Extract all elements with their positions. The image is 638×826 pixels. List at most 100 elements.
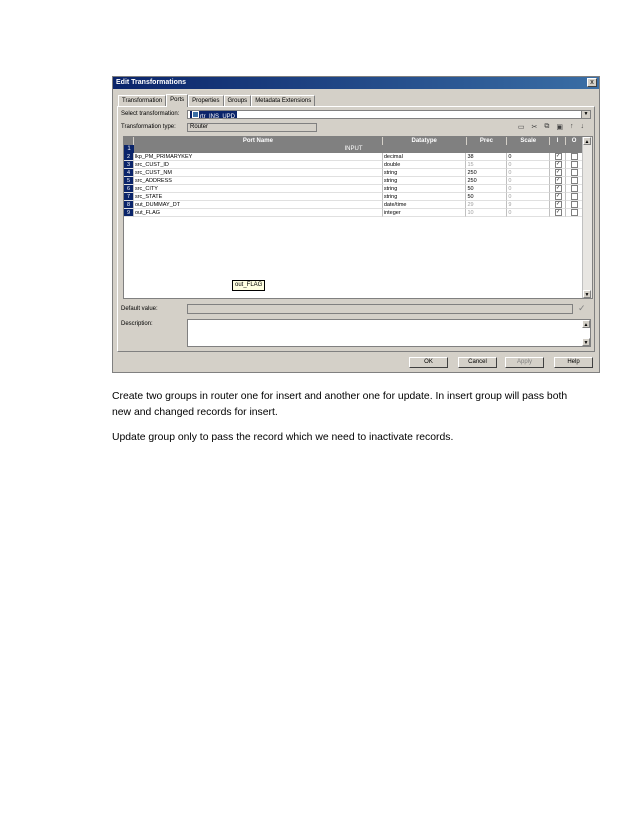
row-number[interactable]: 2 [124, 153, 134, 161]
datatype-cell[interactable]: string [382, 185, 467, 193]
checked-checkbox-icon[interactable]: ✓ [554, 169, 562, 176]
output-checkbox [566, 169, 583, 177]
unchecked-checkbox-icon[interactable] [571, 177, 579, 184]
checked-checkbox-icon[interactable]: ✓ [554, 177, 562, 184]
col-input[interactable]: I [550, 137, 567, 145]
prec-cell[interactable]: 50 [466, 185, 508, 193]
port-row[interactable]: 8 out_DUMMAY_DT date/time 29 9 ✓ [124, 201, 583, 209]
input-checkbox: ✓ [550, 153, 567, 161]
unchecked-checkbox-icon[interactable] [571, 209, 579, 216]
unchecked-checkbox-icon[interactable] [571, 161, 579, 168]
checked-checkbox-icon[interactable]: ✓ [554, 201, 562, 208]
scale-cell[interactable]: 0 [507, 169, 551, 177]
col-datatype[interactable]: Datatype [383, 137, 467, 145]
scale-cell[interactable]: 0 [507, 161, 551, 169]
port-row[interactable]: 3 src_CUST_ID double 15 0 ✓ [124, 161, 583, 169]
move-down-icon[interactable]: ↓ [581, 123, 585, 131]
validate-check-icon[interactable]: ✓ [578, 303, 586, 314]
prec-cell[interactable]: 38 [466, 153, 508, 161]
move-up-icon[interactable]: ↑ [570, 123, 574, 131]
chevron-down-icon[interactable]: ▼ [581, 111, 590, 118]
datatype-cell[interactable]: date/time [382, 201, 467, 209]
input-checkbox: ✓ [550, 193, 567, 201]
scroll-up-icon[interactable]: ▲ [583, 137, 591, 145]
prec-cell[interactable]: 250 [466, 177, 508, 185]
unchecked-checkbox-icon[interactable] [571, 193, 579, 200]
port-row[interactable]: 6 src_CITY string 50 0 ✓ [124, 185, 583, 193]
scale-cell[interactable]: 0 [507, 153, 551, 161]
row-number[interactable]: 3 [124, 161, 134, 169]
port-row[interactable]: 9 out_FLAG integer 10 0 ✓ [124, 209, 583, 217]
datatype-cell[interactable]: double [382, 161, 467, 169]
datatype-cell[interactable]: string [382, 169, 467, 177]
input-group-row[interactable]: 1 INPUT [124, 145, 583, 153]
datatype-cell[interactable]: string [382, 193, 467, 201]
datatype-cell[interactable]: decimal [382, 153, 467, 161]
new-port-icon[interactable]: ▭ [518, 123, 525, 131]
port-name-cell[interactable]: src_STATE [133, 193, 383, 201]
row-number[interactable]: 5 [124, 177, 134, 185]
unchecked-checkbox-icon[interactable] [571, 201, 579, 208]
prec-cell[interactable]: 29 [466, 201, 508, 209]
select-transformation-dropdown[interactable]: rtr_INS_UPD ▼ [187, 110, 591, 120]
scale-cell[interactable]: 0 [507, 209, 551, 217]
desc-scroll-down-icon[interactable]: ▼ [582, 338, 590, 346]
col-output[interactable]: O [566, 137, 583, 145]
apply-button[interactable]: Apply [505, 357, 544, 368]
checked-checkbox-icon[interactable]: ✓ [554, 161, 562, 168]
datatype-cell[interactable]: integer [382, 209, 467, 217]
scroll-down-icon[interactable]: ▼ [583, 290, 591, 298]
port-name-cell[interactable]: lkp_PM_PRIMARYKEY [133, 153, 383, 161]
copy-icon[interactable]: ⧉ [544, 123, 549, 131]
prec-cell[interactable]: 250 [466, 169, 508, 177]
row-number[interactable]: 9 [124, 209, 134, 217]
port-name-cell[interactable]: src_CUST_NM [133, 169, 383, 177]
port-row[interactable]: 5 src_ADDRESS string 250 0 ✓ [124, 177, 583, 185]
port-name-cell[interactable]: src_CITY [133, 185, 383, 193]
port-name-cell[interactable]: src_CUST_ID [133, 161, 383, 169]
port-name-cell[interactable]: out_DUMMAY_DT [133, 201, 383, 209]
scale-cell[interactable]: 0 [507, 193, 551, 201]
paste-icon[interactable]: ▣ [556, 123, 563, 131]
close-button[interactable]: x [587, 78, 597, 87]
port-name-cell[interactable]: out_FLAG [133, 209, 383, 217]
port-name-cell[interactable]: src_ADDRESS [133, 177, 383, 185]
paragraph-groups: Create two groups in router one for inse… [112, 391, 568, 418]
description-field[interactable]: ▲ ▼ [187, 319, 591, 347]
ok-button[interactable]: OK [409, 357, 448, 368]
scale-cell[interactable]: 9 [507, 201, 551, 209]
datatype-cell[interactable]: string [382, 177, 467, 185]
port-row[interactable]: 2 lkp_PM_PRIMARYKEY decimal 38 0 ✓ [124, 153, 583, 161]
col-scale[interactable]: Scale [507, 137, 551, 145]
default-value-field[interactable] [187, 304, 573, 314]
row-number[interactable]: 4 [124, 169, 134, 177]
cancel-button[interactable]: Cancel [458, 357, 497, 368]
prec-cell[interactable]: 15 [466, 161, 508, 169]
unchecked-checkbox-icon[interactable] [571, 169, 579, 176]
unchecked-checkbox-icon[interactable] [571, 185, 579, 192]
row-number[interactable]: 8 [124, 201, 134, 209]
desc-scroll-up-icon[interactable]: ▲ [582, 320, 590, 328]
checked-checkbox-icon[interactable]: ✓ [554, 209, 562, 216]
tab-ports[interactable]: Ports [166, 94, 189, 107]
scale-cell[interactable]: 0 [507, 177, 551, 185]
grid-scrollbar[interactable]: ▲ ▼ [582, 137, 592, 298]
checked-checkbox-icon[interactable]: ✓ [554, 185, 562, 192]
row-number[interactable]: 7 [124, 193, 134, 201]
row-number[interactable]: 6 [124, 185, 134, 193]
scale-cell[interactable]: 0 [507, 185, 551, 193]
unchecked-checkbox-icon[interactable] [571, 153, 579, 160]
cut-icon[interactable]: ✂ [532, 123, 538, 131]
help-button[interactable]: Help [554, 357, 593, 368]
input-checkbox: ✓ [550, 161, 567, 169]
prec-cell[interactable]: 50 [466, 193, 508, 201]
col-prec[interactable]: Prec [467, 137, 508, 145]
checked-checkbox-icon[interactable]: ✓ [554, 193, 562, 200]
port-row[interactable]: 4 src_CUST_NM string 250 0 ✓ [124, 169, 583, 177]
port-row[interactable]: 7 src_STATE string 50 0 ✓ [124, 193, 583, 201]
col-port-name[interactable]: Port Name [134, 137, 383, 145]
prec-cell[interactable]: 10 [466, 209, 508, 217]
grid-header: Port Name Datatype Prec Scale I O [124, 137, 583, 145]
selected-transformation-text: rtr_INS_UPD [200, 114, 236, 120]
checked-checkbox-icon[interactable]: ✓ [554, 153, 562, 160]
